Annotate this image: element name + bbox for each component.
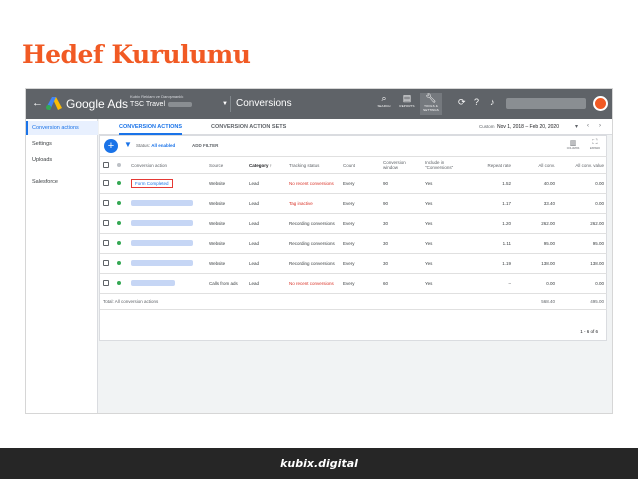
conversions-table-card: + ▼ Status: All enabled ADD FILTER ▥ COL… xyxy=(99,135,607,341)
select-all-checkbox[interactable] xyxy=(103,161,109,168)
nav-item-uploads[interactable]: Uploads xyxy=(26,153,98,167)
enabled-status-icon xyxy=(117,201,121,205)
table-row: Website Lead Recording conversions Every… xyxy=(100,213,607,234)
add-conversion-button[interactable]: + xyxy=(104,139,118,153)
reports-button[interactable]: ▤ REPORTS xyxy=(396,93,418,115)
table-header-row: Conversion action Source Category ↑ Trac… xyxy=(100,156,607,174)
table-row: Form Completed Website Lead No recent co… xyxy=(100,173,607,194)
total-all-conv-value: 495.00 xyxy=(558,293,607,310)
avatar[interactable] xyxy=(593,96,608,111)
conversion-action-link[interactable]: Form Completed xyxy=(135,181,169,186)
nav-item-settings[interactable]: Settings xyxy=(26,137,98,151)
row-checkbox[interactable] xyxy=(103,240,109,246)
total-label: Total: All conversion actions xyxy=(100,293,340,310)
nav-item-conversion-actions[interactable]: Conversion actions xyxy=(26,121,98,135)
tracking-status: Recording conversions xyxy=(286,213,340,234)
tracking-status: No recent conversions xyxy=(286,173,340,194)
sort-up-arrow-icon: ↑ xyxy=(269,162,273,168)
top-bar: ← Google Ads Kubix Reklam ve Danışmanlık… xyxy=(26,89,612,119)
chevron-right-icon[interactable]: › xyxy=(599,123,601,129)
row-checkbox[interactable] xyxy=(103,200,109,206)
col-tracking-status[interactable]: Tracking status xyxy=(286,156,340,174)
total-all-conv: 568.40 xyxy=(514,293,558,310)
footer-logo: kubix.digital xyxy=(280,457,358,470)
columns-icon: ▥ xyxy=(569,140,577,147)
help-icon[interactable]: ? xyxy=(474,97,479,107)
row-checkbox[interactable] xyxy=(103,220,109,226)
enabled-status-icon xyxy=(117,261,121,265)
redacted-conversion-name[interactable] xyxy=(131,240,193,246)
divider xyxy=(230,96,231,112)
date-range-value[interactable]: Nov 1, 2018 – Feb 20, 2020 xyxy=(497,124,559,130)
account-name: TSC Travel xyxy=(130,101,166,109)
redacted-customer-info xyxy=(506,98,586,109)
columns-button[interactable]: ▥ COLUMNS xyxy=(562,139,584,150)
col-conversion-action[interactable]: Conversion action xyxy=(128,156,206,174)
expand-icon: ⛶ xyxy=(592,139,598,146)
reports-icon: ▤ xyxy=(402,93,412,103)
col-conversion-window[interactable]: Conversion window xyxy=(380,156,422,174)
tab-conversion-action-sets[interactable]: CONVERSION ACTION SETS xyxy=(211,119,286,135)
tracking-status: Recording conversions xyxy=(286,253,340,274)
enabled-status-icon xyxy=(117,181,121,185)
tab-conversion-actions[interactable]: CONVERSION ACTIONS xyxy=(119,119,183,135)
col-all-conv[interactable]: All conv. xyxy=(514,156,558,174)
highlight-box: Form Completed xyxy=(131,179,173,188)
brand-name: Google Ads xyxy=(66,97,129,111)
google-ads-screenshot: ← Google Ads Kubix Reklam ve Danışmanlık… xyxy=(25,88,613,414)
table-row: Calls from ads Lead No recent conversion… xyxy=(100,273,607,294)
table-total-row: Total: All conversion actions 568.40 495… xyxy=(100,293,607,310)
col-source[interactable]: Source xyxy=(206,156,246,174)
tools-settings-button[interactable]: 🔧︎ TOOLS & SETTINGS xyxy=(420,93,442,115)
enabled-status-icon xyxy=(117,221,121,225)
bell-icon[interactable]: ♪ xyxy=(490,97,495,107)
account-subtitle: Kubix Reklam ve Danışmanlık xyxy=(130,94,184,99)
add-filter-button[interactable]: ADD FILTER xyxy=(192,143,218,148)
col-all-conv-value[interactable]: All conv. value xyxy=(558,156,607,174)
table-row: Website Lead Recording conversions Every… xyxy=(100,253,607,274)
redacted-conversion-name[interactable] xyxy=(131,200,193,206)
redacted-conversion-name[interactable] xyxy=(131,260,193,266)
page-title: Conversions xyxy=(236,98,292,109)
tab-bar: CONVERSION ACTIONS CONVERSION ACTION SET… xyxy=(99,119,612,135)
date-range-label: Custom xyxy=(479,124,495,129)
expand-button[interactable]: ⛶ EXPAND xyxy=(584,139,606,150)
redacted-account-id xyxy=(168,102,193,108)
pagination-text: 1 - 6 of 6 xyxy=(580,329,598,334)
row-checkbox[interactable] xyxy=(103,260,109,266)
col-include-in-conversions[interactable]: Include in "Conversions" xyxy=(422,156,468,174)
arrow-left-icon[interactable]: ← xyxy=(32,97,43,109)
account-switcher[interactable]: Kubix Reklam ve Danışmanlık TSC Travel xyxy=(130,94,220,109)
chevron-down-icon[interactable]: ▾ xyxy=(575,123,578,130)
filter-icon[interactable]: ▼ xyxy=(124,140,132,149)
tracking-status: No recent conversions xyxy=(286,273,340,294)
row-checkbox[interactable] xyxy=(103,180,109,186)
col-count[interactable]: Count xyxy=(340,156,380,174)
table-row: Website Lead Recording conversions Every… xyxy=(100,233,607,254)
conversions-table: Conversion action Source Category ↑ Trac… xyxy=(100,156,607,310)
search-icon: ⌕ xyxy=(381,93,387,103)
left-nav: Conversion actions Settings Uploads Sale… xyxy=(26,119,98,413)
status-filter[interactable]: Status: All enabled xyxy=(136,143,175,148)
slide-title: Hedef Kurulumu xyxy=(22,40,251,69)
chevron-left-icon[interactable]: ‹ xyxy=(587,123,589,129)
google-ads-logo-icon xyxy=(46,97,62,110)
row-checkbox[interactable] xyxy=(103,280,109,286)
wrench-icon: 🔧︎ xyxy=(425,93,437,103)
enabled-status-icon xyxy=(117,241,121,245)
status-column-icon xyxy=(117,162,121,167)
refresh-icon[interactable]: ⟳ xyxy=(458,97,466,108)
search-button[interactable]: ⌕ SEARCH xyxy=(373,93,395,115)
col-repeat-rate[interactable]: Repeat rate xyxy=(468,156,514,174)
caret-down-icon[interactable]: ▼ xyxy=(222,101,228,107)
tracking-status: Tag inactive xyxy=(286,193,340,214)
redacted-conversion-name[interactable] xyxy=(131,220,193,226)
nav-item-salesforce[interactable]: Salesforce xyxy=(26,175,98,189)
table-row: Website Lead Tag inactive Every 90 Yes 1… xyxy=(100,193,607,214)
col-category[interactable]: Category ↑ xyxy=(246,156,286,174)
tracking-status: Recording conversions xyxy=(286,233,340,254)
footer-bar: kubix.digital xyxy=(0,448,638,479)
redacted-conversion-name[interactable] xyxy=(131,280,175,286)
enabled-status-icon xyxy=(117,281,121,285)
